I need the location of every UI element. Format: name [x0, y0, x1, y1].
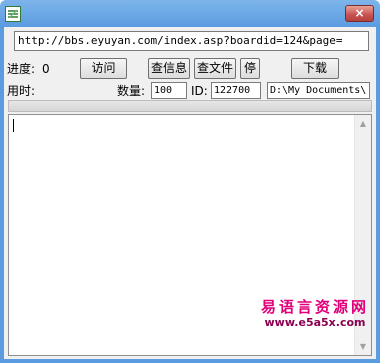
url-input[interactable]: http://bbs.eyuyan.com/index.asp?boardid=… [14, 31, 369, 51]
progress-bar [8, 100, 372, 112]
id-label: ID: [191, 84, 208, 98]
check-info-button[interactable]: 查信息 [148, 58, 190, 79]
progress-value: 0 [42, 62, 50, 76]
check-file-button[interactable]: 查文件 [194, 58, 236, 79]
scroll-down-arrow-icon[interactable]: ▼ [355, 338, 371, 355]
title-bar[interactable]: × [0, 0, 380, 28]
count-field[interactable]: 100 [151, 82, 187, 99]
download-button[interactable]: 下载 [291, 58, 339, 79]
text-caret [13, 119, 14, 132]
stop-button[interactable]: 停 [240, 58, 260, 79]
watermark-site-name: 易语言资源网 [260, 298, 369, 316]
path-field[interactable]: D:\My Documents\ [267, 82, 370, 99]
app-icon [5, 6, 21, 22]
app-window: × http://bbs.eyuyan.com/index.asp?boardi… [0, 0, 380, 363]
close-icon: × [354, 6, 365, 20]
watermark: 易语言资源网 www.e5a5x.com [260, 298, 370, 330]
count-label: 数量: [117, 84, 146, 98]
scroll-up-arrow-icon[interactable]: ▲ [355, 115, 371, 132]
id-field[interactable]: 122700 [211, 82, 261, 99]
close-button[interactable]: × [345, 5, 374, 22]
watermark-site-url: www.e5a5x.com [264, 316, 366, 329]
progress-label: 进度: [7, 62, 36, 76]
time-label: 用时: [7, 84, 36, 98]
visit-button[interactable]: 访问 [80, 58, 127, 79]
